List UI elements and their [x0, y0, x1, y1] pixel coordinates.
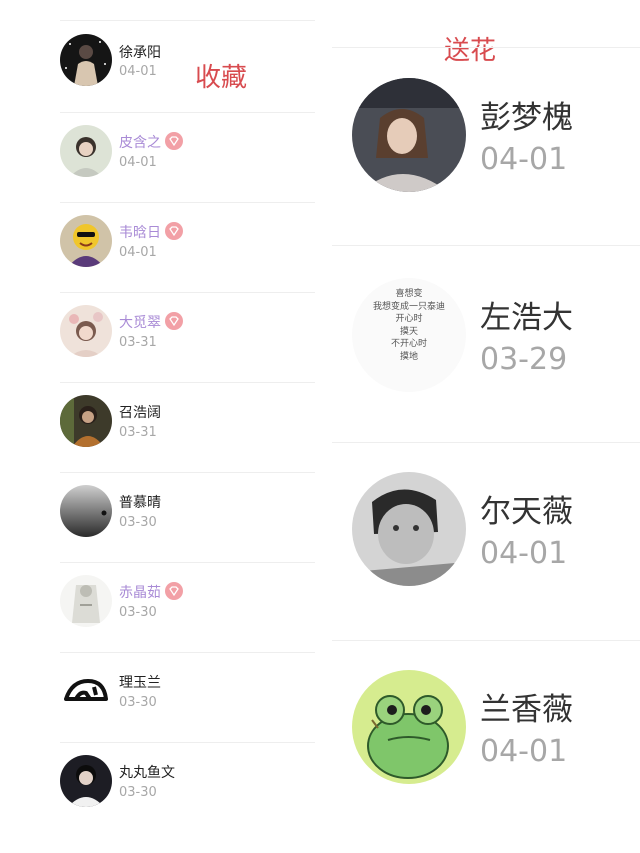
avatar[interactable]: [60, 34, 112, 86]
user-name: 赤晶茹: [119, 582, 183, 602]
user-date: 04-01: [119, 64, 157, 79]
avatar[interactable]: [60, 665, 112, 717]
flowers-list: 送花 彭梦槐 04-01 喜想变 我想变成一只泰迪 开心时 摸天 不开心时 摸地…: [332, 0, 640, 853]
avatar-text-line: 不开心时: [390, 339, 427, 349]
user-date: 03-29: [480, 342, 568, 377]
avatar-text-line: 我想变成一只泰迪: [372, 301, 445, 312]
avatar[interactable]: 喜想变 我想变成一只泰迪 开心时 摸天 不开心时 摸地: [352, 278, 466, 392]
favorites-list: 收藏 徐承阳 04-01 皮含之 04-01 韦晗日 04-01 大觅翠 03-…: [0, 0, 320, 853]
divider: [332, 47, 640, 48]
divider: [60, 562, 315, 563]
vip-diamond-icon: [165, 312, 183, 330]
avatar[interactable]: [352, 78, 466, 192]
list-item[interactable]: 徐承阳 04-01: [0, 20, 315, 112]
divider: [60, 20, 315, 21]
divider: [60, 472, 315, 473]
divider: [332, 442, 640, 443]
divider: [60, 292, 315, 293]
user-date: 04-01: [480, 536, 568, 571]
vip-diamond-icon: [165, 222, 183, 240]
user-name: 大觅翠: [119, 312, 183, 332]
user-date: 04-01: [480, 734, 568, 769]
list-item[interactable]: 韦晗日 04-01: [0, 202, 315, 292]
avatar[interactable]: [60, 395, 112, 447]
divider: [60, 112, 315, 113]
avatar-text-line: 开心时: [395, 314, 423, 324]
user-name: 理玉兰: [119, 675, 161, 691]
list-item[interactable]: 皮含之 04-01: [0, 112, 315, 202]
flowers-title: 送花: [444, 36, 497, 66]
list-item[interactable]: 尔天薇 04-01: [332, 472, 640, 622]
user-date: 03-30: [119, 695, 157, 710]
list-item[interactable]: 召浩阔 03-31: [0, 382, 315, 472]
user-name: 兰香薇: [480, 692, 573, 728]
divider: [332, 245, 640, 246]
avatar-text-line: 摸地: [399, 351, 418, 362]
list-item[interactable]: 理玉兰 03-30: [0, 652, 315, 742]
divider: [60, 202, 315, 203]
list-item[interactable]: 喜想变 我想变成一只泰迪 开心时 摸天 不开心时 摸地 左浩大 03-29: [332, 278, 640, 428]
avatar[interactable]: [352, 472, 466, 586]
user-name: 普慕晴: [119, 495, 161, 511]
user-date: 03-31: [119, 335, 157, 350]
user-name: 皮含之: [119, 132, 183, 152]
user-name: 召浩阔: [119, 405, 161, 421]
user-date: 03-30: [119, 785, 157, 800]
avatar[interactable]: [60, 485, 112, 537]
vip-diamond-icon: [165, 132, 183, 150]
list-item[interactable]: 赤晶茹 03-30: [0, 562, 315, 652]
user-date: 03-31: [119, 425, 157, 440]
avatar[interactable]: [60, 755, 112, 807]
user-name: 徐承阳: [119, 45, 161, 61]
user-date: 03-30: [119, 605, 157, 620]
user-date: 03-30: [119, 515, 157, 530]
list-item[interactable]: 彭梦槐 04-01: [332, 78, 640, 228]
avatar[interactable]: [352, 670, 466, 784]
user-date: 04-01: [119, 245, 157, 260]
screenshot-page: 收藏 徐承阳 04-01 皮含之 04-01 韦晗日 04-01 大觅翠 03-…: [0, 0, 640, 853]
avatar-text-line: 喜想变: [395, 289, 423, 299]
user-name: 尔天薇: [480, 494, 573, 530]
avatar[interactable]: [60, 575, 112, 627]
list-item[interactable]: 兰香薇 04-01: [332, 670, 640, 820]
vip-diamond-icon: [165, 582, 183, 600]
divider: [60, 652, 315, 653]
list-item[interactable]: 大觅翠 03-31: [0, 292, 315, 382]
user-name: 左浩大: [480, 300, 573, 336]
avatar[interactable]: [60, 305, 112, 357]
avatar[interactable]: [60, 125, 112, 177]
divider: [60, 382, 315, 383]
avatar-text-line: 摸天: [399, 326, 418, 337]
user-date: 04-01: [119, 155, 157, 170]
avatar[interactable]: [60, 215, 112, 267]
list-item[interactable]: 丸丸鱼文 03-30: [0, 742, 315, 832]
user-name: 丸丸鱼文: [119, 765, 175, 781]
user-name: 韦晗日: [119, 222, 183, 242]
divider: [60, 742, 315, 743]
user-date: 04-01: [480, 142, 568, 177]
user-name: 彭梦槐: [480, 100, 573, 136]
divider: [332, 640, 640, 641]
list-item[interactable]: 普慕晴 03-30: [0, 472, 315, 562]
